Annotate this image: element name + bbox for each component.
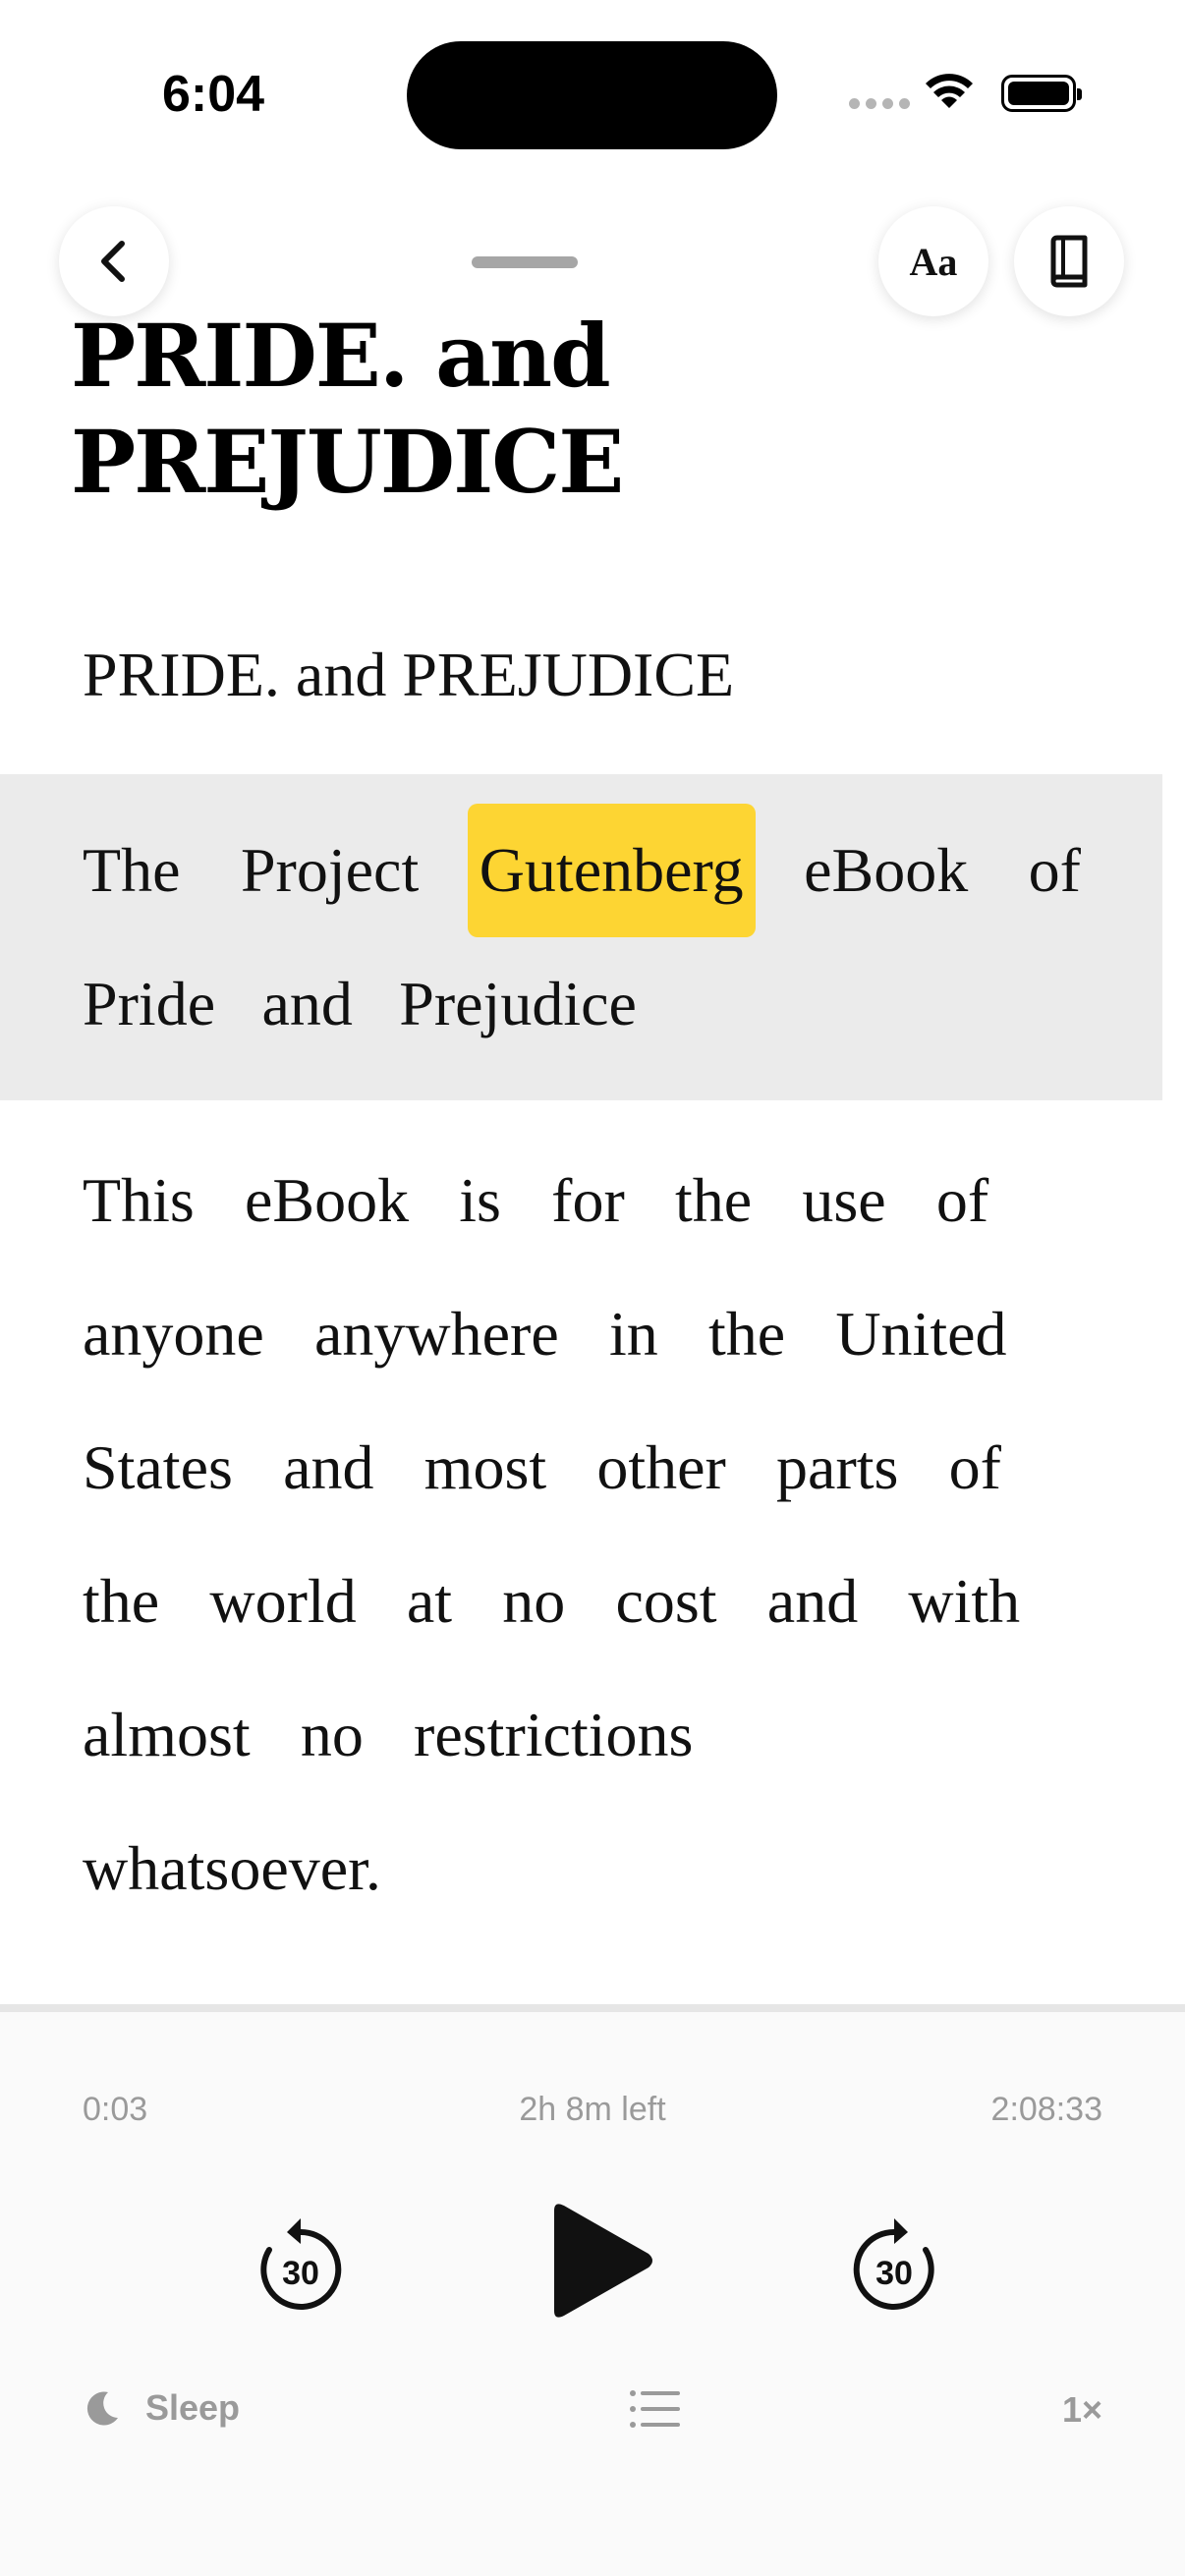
paragraph-line: anyone anywhere in the United: [83, 1299, 1007, 1369]
paragraph-line: almost no restrictions: [83, 1700, 694, 1769]
play-icon: [554, 2204, 652, 2318]
word[interactable]: of: [1029, 804, 1081, 937]
word[interactable]: Project: [241, 804, 419, 937]
total-time: 2:08:33: [990, 2091, 1102, 2128]
font-settings-icon: Aa: [909, 239, 958, 284]
paragraph-line: the world at no cost and with: [83, 1566, 1021, 1636]
book-title-line-2: PREJUDICE: [71, 411, 624, 513]
skip-forward-seconds: 30: [875, 2255, 913, 2292]
paragraph-line: Pride and Prejudice: [83, 969, 637, 1038]
skip-back-seconds: 30: [282, 2255, 319, 2292]
book-icon: [1050, 235, 1088, 288]
chapter-list-icon: [630, 2390, 680, 2428]
sheet-grabber[interactable]: [472, 256, 578, 268]
rewind-30-icon: 30: [260, 2218, 342, 2310]
book-details-button[interactable]: [1014, 206, 1124, 316]
paragraph-line: States and most other parts of: [83, 1432, 1001, 1502]
forward-30-icon: 30: [853, 2218, 934, 2310]
battery-icon: [1001, 75, 1082, 112]
skip-forward-button[interactable]: 30: [845, 2211, 943, 2319]
status-time: 6:04: [162, 66, 265, 123]
wifi-icon: [926, 74, 973, 108]
cellular-signal-icon: [849, 98, 910, 109]
font-settings-button[interactable]: Aa: [878, 206, 988, 316]
paragraph-line: The Project Gutenberg eBook of: [83, 804, 1081, 937]
playback-speed-button[interactable]: 1×: [1062, 2389, 1102, 2431]
sleep-timer-button[interactable]: Sleep: [83, 2387, 240, 2429]
skip-back-button[interactable]: 30: [252, 2211, 350, 2319]
paragraph-line: whatsoever.: [83, 1833, 381, 1903]
word[interactable]: The: [83, 804, 181, 937]
progress-divider[interactable]: [0, 2004, 1185, 2012]
chapter-title: PRIDE. and PREJUDICE: [83, 640, 735, 709]
book-title-line-1: PRIDE. and: [71, 305, 611, 407]
book-title: PRIDE. and PREJUDICE: [71, 303, 759, 515]
back-chevron-icon: [101, 241, 125, 282]
paragraph[interactable]: This eBook is for the use of anyone anyw…: [83, 1134, 1065, 1935]
paragraph-line: This eBook is for the use of: [83, 1165, 989, 1235]
word[interactable]: eBook: [804, 804, 968, 937]
dynamic-island: [407, 41, 777, 149]
chapter-list-button[interactable]: [629, 2387, 680, 2431]
play-button[interactable]: [538, 2197, 660, 2324]
current-word-highlight[interactable]: Gutenberg: [467, 804, 756, 937]
back-button[interactable]: [59, 206, 169, 316]
moon-icon: [86, 2391, 118, 2426]
sleep-label: Sleep: [145, 2387, 241, 2428]
current-paragraph[interactable]: The Project Gutenberg eBook of Pride and…: [83, 804, 1085, 1071]
